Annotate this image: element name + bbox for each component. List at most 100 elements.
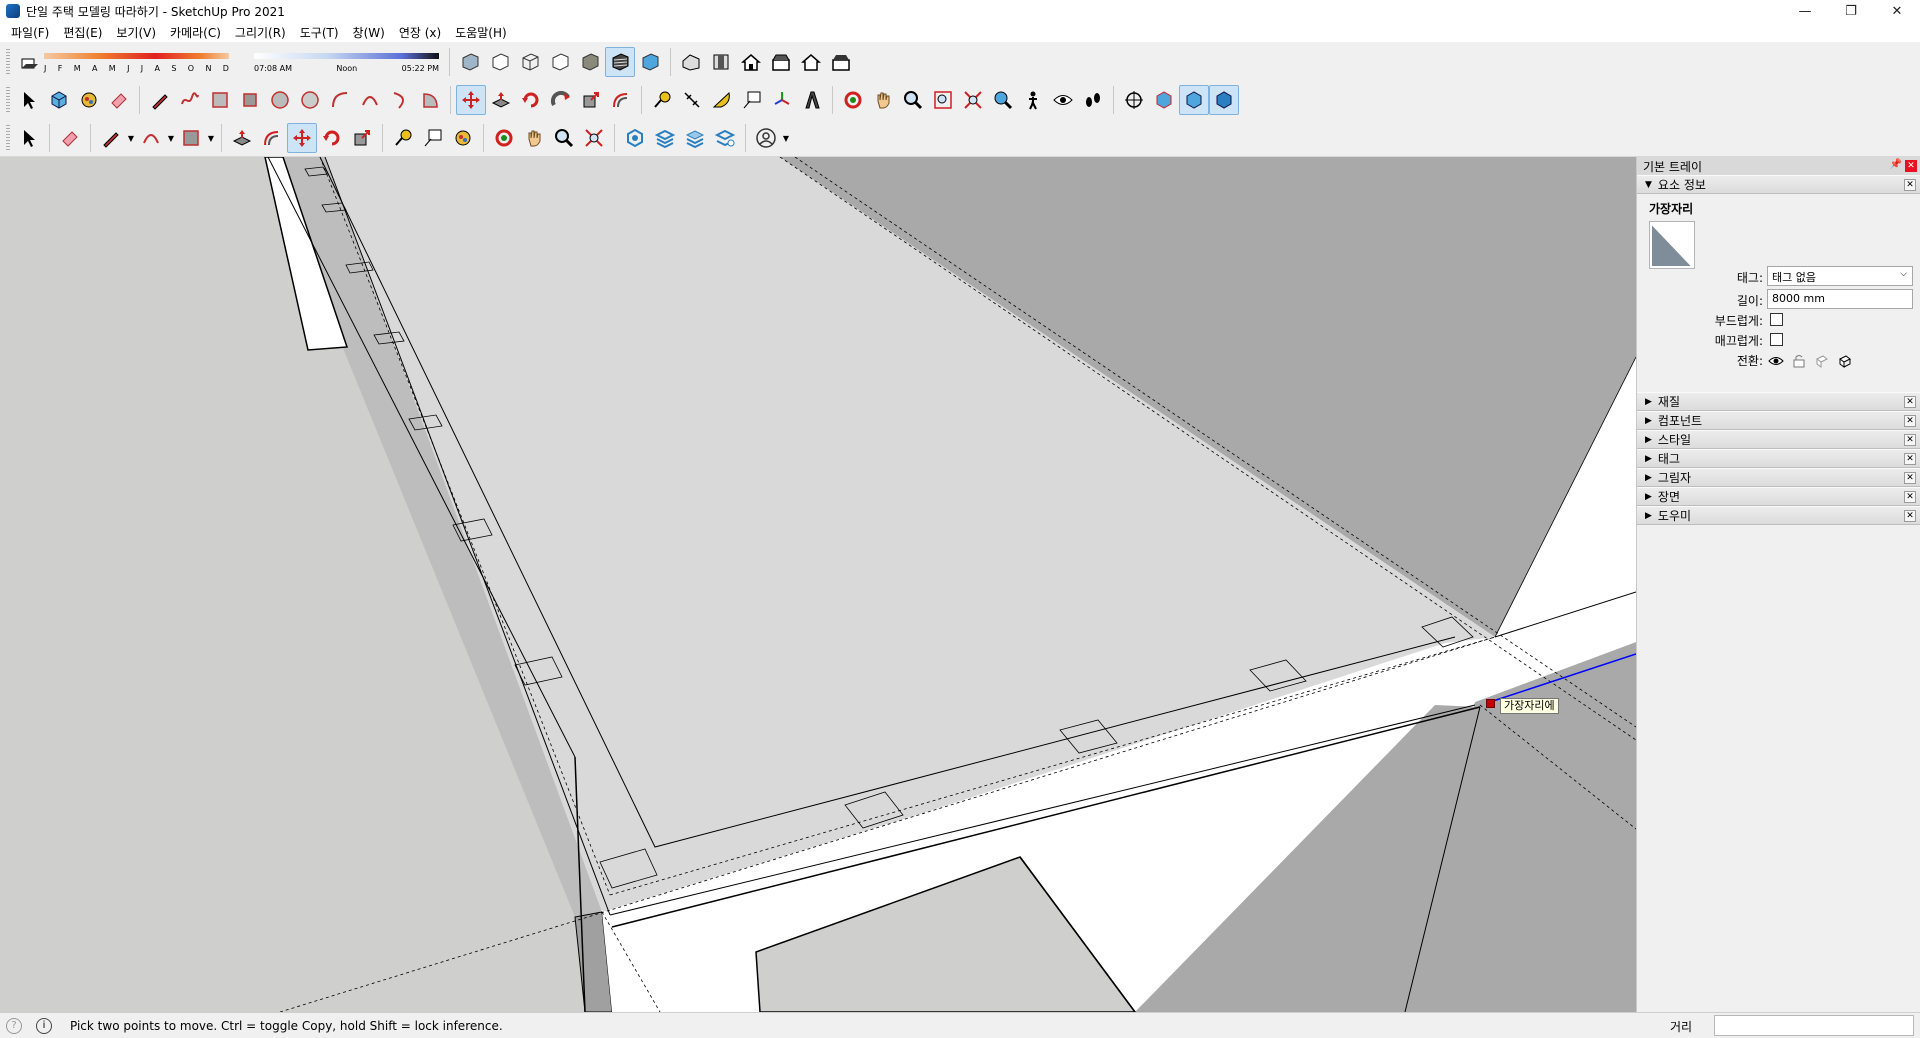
select-tool-button[interactable] xyxy=(14,85,44,115)
length-input[interactable]: 8000 mm xyxy=(1767,289,1913,309)
lock-icon[interactable] xyxy=(1790,352,1808,370)
rotated-rectangle-button[interactable] xyxy=(235,85,265,115)
components-panel-header[interactable]: ▶ 컴포넌트 ✕ xyxy=(1637,411,1920,430)
zoom-extents-button[interactable] xyxy=(958,85,988,115)
scenes-panel-header[interactable]: ▶ 장면 ✕ xyxy=(1637,487,1920,506)
right-view-button[interactable] xyxy=(766,47,796,77)
tray-close-icon[interactable]: ✕ xyxy=(1905,160,1917,172)
display-section-plane-button[interactable] xyxy=(1149,85,1179,115)
menu-window[interactable]: 창(W) xyxy=(346,24,392,41)
menu-help[interactable]: 도움말(H) xyxy=(448,24,514,41)
tags-panel-header[interactable]: ▶ 태그 ✕ xyxy=(1637,449,1920,468)
shadow-settings-slider[interactable]: J F M A M J J A S O N D 07:08 AM Noon 05… xyxy=(44,47,444,77)
make-component-button[interactable] xyxy=(44,85,74,115)
visibility-eye-icon[interactable] xyxy=(1767,352,1785,370)
line-tool-button[interactable] xyxy=(145,85,175,115)
zoom-extents-button-large[interactable] xyxy=(579,123,609,153)
geo-location-icon[interactable]: ? xyxy=(6,1017,22,1034)
close-button[interactable]: ✕ xyxy=(1874,0,1920,22)
time-slider-bar[interactable] xyxy=(254,53,439,59)
extension-manager-button[interactable] xyxy=(710,123,740,153)
tape-measure-button[interactable] xyxy=(647,85,677,115)
pie-tool-button[interactable] xyxy=(415,85,445,115)
shape-tool-button-large[interactable] xyxy=(176,123,206,153)
panel-close-icon[interactable]: ✕ xyxy=(1904,453,1916,465)
offset-tool-button-large[interactable] xyxy=(257,123,287,153)
soften-checkbox[interactable] xyxy=(1770,313,1783,326)
layout-send-button[interactable] xyxy=(680,123,710,153)
position-camera-button[interactable] xyxy=(988,85,1018,115)
footprints-button[interactable] xyxy=(1078,85,1108,115)
section-plane-button[interactable] xyxy=(1119,85,1149,115)
display-section-cut-button[interactable] xyxy=(1179,85,1209,115)
arc-tools-dropdown[interactable]: ▼ xyxy=(166,123,176,153)
entity-info-panel-header[interactable]: ▼ 요소 정보 ✕ xyxy=(1637,175,1920,194)
line-tools-dropdown[interactable]: ▼ xyxy=(126,123,136,153)
freehand-tool-button[interactable] xyxy=(175,85,205,115)
instructor-panel-header[interactable]: ▶ 도우미 ✕ xyxy=(1637,506,1920,525)
eraser-button[interactable] xyxy=(104,85,134,115)
cast-shadows-icon[interactable] xyxy=(1836,352,1854,370)
circle-tool-button[interactable] xyxy=(265,85,295,115)
menu-camera[interactable]: 카메라(C) xyxy=(163,24,228,41)
back-edges-button[interactable] xyxy=(485,47,515,77)
display-section-fill-button[interactable] xyxy=(1209,85,1239,115)
model-canvas[interactable] xyxy=(0,157,1636,1012)
panel-close-icon[interactable]: ✕ xyxy=(1904,472,1916,484)
select-tool-button-large[interactable] xyxy=(14,123,44,153)
push-pull-button[interactable] xyxy=(486,85,516,115)
panel-close-icon[interactable]: ✕ xyxy=(1904,179,1916,191)
top-view-button[interactable] xyxy=(706,47,736,77)
restore-button[interactable]: ❐ xyxy=(1828,0,1874,22)
info-icon[interactable]: i xyxy=(36,1017,52,1034)
polygon-tool-button[interactable] xyxy=(295,85,325,115)
zoom-tool-button-large[interactable] xyxy=(549,123,579,153)
shape-tools-dropdown[interactable]: ▼ xyxy=(206,123,216,153)
shadows-panel-header[interactable]: ▶ 그림자 ✕ xyxy=(1637,468,1920,487)
month-slider-bar[interactable] xyxy=(44,53,229,59)
rotate-tool-button[interactable] xyxy=(516,85,546,115)
axes-tool-button[interactable] xyxy=(767,85,797,115)
scale-tool-button-large[interactable] xyxy=(347,123,377,153)
measurement-input[interactable] xyxy=(1714,1015,1914,1036)
offset-tool-button[interactable] xyxy=(606,85,636,115)
smooth-checkbox[interactable] xyxy=(1770,333,1783,346)
panel-close-icon[interactable]: ✕ xyxy=(1904,491,1916,503)
front-view-button[interactable] xyxy=(736,47,766,77)
text-tool-button[interactable] xyxy=(737,85,767,115)
panel-close-icon[interactable]: ✕ xyxy=(1904,434,1916,446)
shaded-button[interactable] xyxy=(575,47,605,77)
three-point-arc-button[interactable] xyxy=(385,85,415,115)
extension-warehouse-button[interactable] xyxy=(650,123,680,153)
panel-close-icon[interactable]: ✕ xyxy=(1904,510,1916,522)
3d-text-button[interactable] xyxy=(797,85,827,115)
eraser-button-large[interactable] xyxy=(55,123,85,153)
dimension-tool-button[interactable] xyxy=(677,85,707,115)
orbit-tool-button[interactable] xyxy=(838,85,868,115)
3d-warehouse-button[interactable] xyxy=(620,123,650,153)
left-view-button[interactable] xyxy=(826,47,856,77)
minimize-button[interactable]: — xyxy=(1782,0,1828,22)
two-point-arc-button[interactable] xyxy=(355,85,385,115)
move-tool-button[interactable] xyxy=(456,85,486,115)
panel-close-icon[interactable]: ✕ xyxy=(1904,396,1916,408)
menu-edit[interactable]: 편집(E) xyxy=(56,24,109,41)
arc-tool-button-large[interactable] xyxy=(136,123,166,153)
styles-panel-header[interactable]: ▶ 스타일 ✕ xyxy=(1637,430,1920,449)
materials-panel-header[interactable]: ▶ 재질 ✕ xyxy=(1637,392,1920,411)
model-viewport[interactable]: 가장자리에 xyxy=(0,157,1636,1012)
paint-bucket-button[interactable] xyxy=(74,85,104,115)
follow-me-button[interactable] xyxy=(546,85,576,115)
rectangle-tool-button[interactable] xyxy=(205,85,235,115)
zoom-window-button[interactable] xyxy=(928,85,958,115)
toolbar-grip[interactable] xyxy=(6,125,10,151)
text-tool-button-large[interactable] xyxy=(418,123,448,153)
menu-tools[interactable]: 도구(T) xyxy=(293,24,346,41)
pan-tool-button-large[interactable] xyxy=(519,123,549,153)
orbit-tool-button-large[interactable] xyxy=(489,123,519,153)
move-tool-button-large[interactable] xyxy=(287,123,317,153)
back-view-button[interactable] xyxy=(796,47,826,77)
receive-shadows-icon[interactable] xyxy=(1813,352,1831,370)
toolbar-grip[interactable] xyxy=(6,49,10,75)
monochrome-button[interactable] xyxy=(635,47,665,77)
